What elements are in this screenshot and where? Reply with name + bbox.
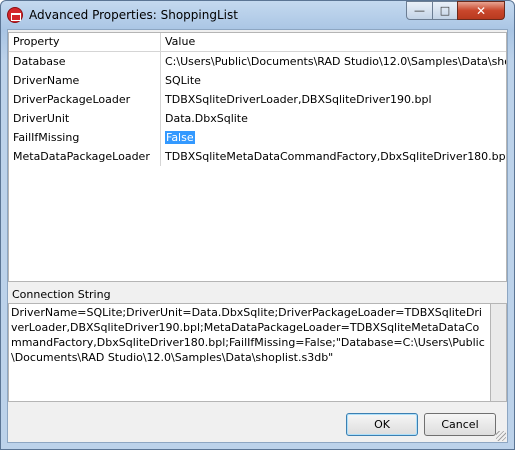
- advanced-properties-dialog: Advanced Properties: ShoppingList — □ ✕ …: [0, 0, 515, 450]
- close-button[interactable]: ✕: [457, 1, 505, 20]
- property-value[interactable]: C:\Users\Public\Documents\RAD Studio\12.…: [161, 52, 506, 71]
- property-value[interactable]: SQLite: [161, 71, 506, 90]
- property-column-header[interactable]: Property: [9, 33, 161, 51]
- title-bar[interactable]: Advanced Properties: ShoppingList — □ ✕: [1, 1, 514, 29]
- ok-button[interactable]: OK: [346, 413, 418, 436]
- property-name: DriverUnit: [9, 109, 161, 128]
- grid-row-drivername[interactable]: DriverName SQLite: [9, 71, 506, 90]
- properties-grid[interactable]: Property Value Database C:\Users\Public\…: [8, 32, 507, 282]
- connection-string-field[interactable]: DriverName=SQLite;DriverUnit=Data.DbxSql…: [8, 303, 491, 402]
- property-name: Database: [9, 52, 161, 71]
- property-value[interactable]: Data.DbxSqlite: [161, 109, 506, 128]
- grid-row-failifmissing[interactable]: FailIfMissing False: [9, 128, 506, 147]
- cancel-button[interactable]: Cancel: [424, 413, 496, 436]
- maximize-icon: □: [439, 4, 451, 17]
- grid-row-driverpackageloader[interactable]: DriverPackageLoader TDBXSqliteDriverLoad…: [9, 90, 506, 109]
- dialog-client-area: Property Value Database C:\Users\Public\…: [7, 29, 508, 443]
- button-bar: OK Cancel: [8, 406, 507, 442]
- connection-string-label: Connection String: [12, 288, 111, 301]
- minimize-button[interactable]: —: [406, 1, 433, 20]
- close-icon: ✕: [475, 3, 487, 18]
- grid-header: Property Value: [9, 33, 506, 52]
- property-value[interactable]: TDBXSqliteDriverLoader,DBXSqliteDriver19…: [161, 90, 506, 109]
- property-name: MetaDataPackageLoader: [9, 147, 161, 166]
- value-column-header[interactable]: Value: [161, 33, 506, 51]
- property-value-cell[interactable]: False: [161, 128, 506, 147]
- property-name: DriverName: [9, 71, 161, 90]
- property-value-selected[interactable]: False: [165, 131, 195, 144]
- minimize-icon: —: [414, 4, 425, 17]
- property-name: DriverPackageLoader: [9, 90, 161, 109]
- window-title: Advanced Properties: ShoppingList: [29, 8, 238, 22]
- app-icon[interactable]: [7, 7, 23, 23]
- resize-grip-icon[interactable]: [496, 431, 506, 441]
- grid-row-database[interactable]: Database C:\Users\Public\Documents\RAD S…: [9, 52, 506, 71]
- maximize-button[interactable]: □: [432, 1, 458, 20]
- property-value[interactable]: TDBXSqliteMetaDataCommandFactory,DbxSqli…: [161, 147, 506, 166]
- grid-row-driverunit[interactable]: DriverUnit Data.DbxSqlite: [9, 109, 506, 128]
- grid-row-metadatapackageloader[interactable]: MetaDataPackageLoader TDBXSqliteMetaData…: [9, 147, 506, 166]
- property-name: FailIfMissing: [9, 128, 161, 147]
- connection-string-scrollbar[interactable]: [491, 303, 507, 402]
